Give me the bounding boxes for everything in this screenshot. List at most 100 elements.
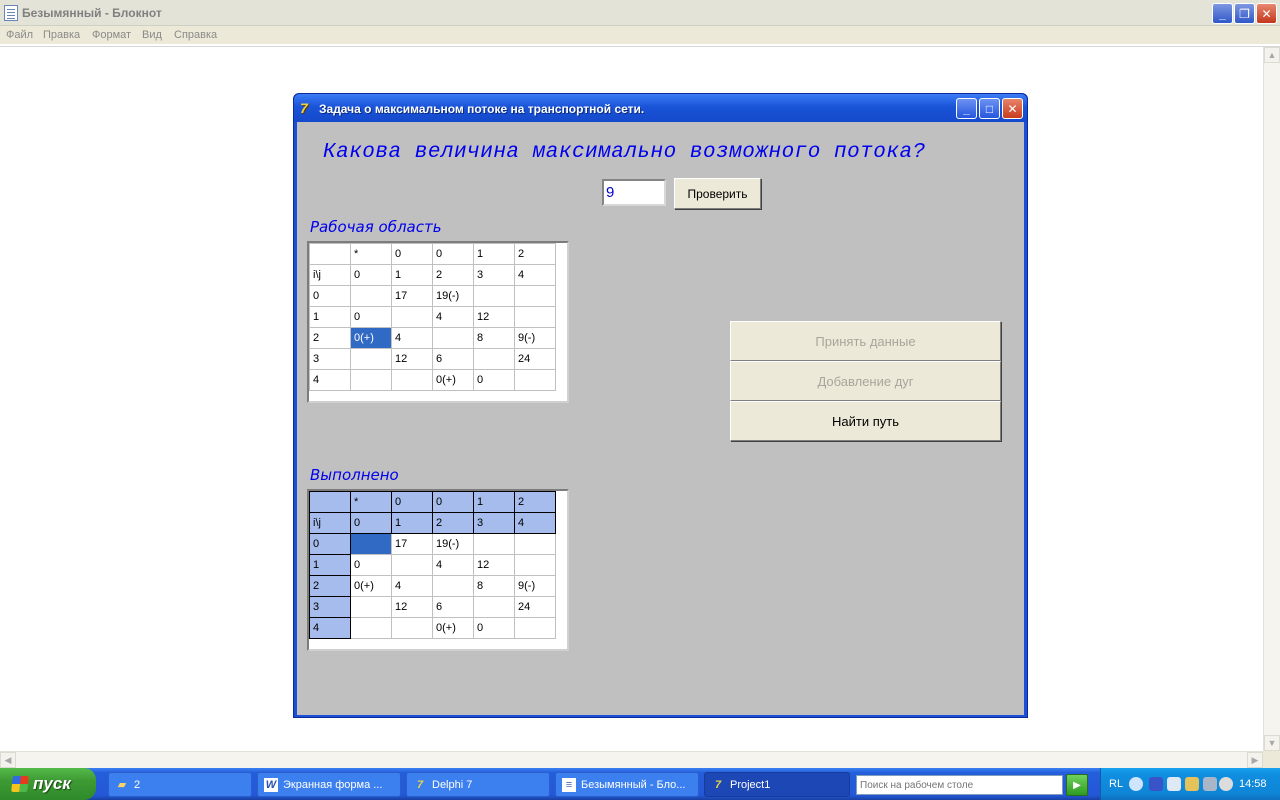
check-button[interactable]: Проверить — [674, 178, 761, 209]
dialog-maximize-button[interactable]: □ — [979, 98, 1000, 119]
grid-cell[interactable] — [391, 369, 433, 391]
grid-cell[interactable]: 8 — [473, 327, 515, 349]
notepad-restore-button[interactable]: ❐ — [1234, 3, 1255, 24]
grid-cell[interactable]: 4 — [309, 369, 351, 391]
notepad-title-bar[interactable]: Безымянный - Блокнот _ ❐ ✕ — [0, 0, 1280, 26]
grid-cell[interactable]: i\j — [309, 264, 351, 286]
grid-cell[interactable]: 12 — [473, 554, 515, 576]
grid-cell[interactable]: 3 — [309, 596, 351, 618]
scroll-right-icon[interactable]: ▶ — [1247, 752, 1263, 768]
grid-cell[interactable] — [350, 285, 392, 307]
grid-cell[interactable]: 0 — [350, 264, 392, 286]
grid-cell[interactable]: 4 — [391, 327, 433, 349]
grid-cell[interactable] — [514, 306, 556, 328]
grid-cell[interactable]: 4 — [432, 554, 474, 576]
grid-cell[interactable]: 4 — [432, 306, 474, 328]
work-grid[interactable]: * 0 0 1 2 i\j 0 1 2 3 4 0 17 19(-) 1 0 4 12 2 0(+) 4 8 9(-) 3 12… — [307, 241, 569, 403]
scroll-left-icon[interactable]: ◀ — [0, 752, 16, 768]
grid-cell[interactable]: 9(-) — [514, 575, 556, 597]
grid-cell[interactable] — [350, 617, 392, 639]
language-indicator[interactable]: RL — [1109, 778, 1123, 790]
grid-cell[interactable]: 17 — [391, 285, 433, 307]
grid-cell[interactable]: 12 — [473, 306, 515, 328]
grid-cell[interactable]: 0(+) — [432, 369, 474, 391]
grid-cell[interactable]: 1 — [473, 491, 515, 513]
notepad-horizontal-scrollbar[interactable]: ◀ ▶ — [0, 751, 1263, 768]
grid-cell[interactable]: 2 — [514, 491, 556, 513]
grid-cell[interactable]: 1 — [391, 512, 433, 534]
task-word-document[interactable]: W Экранная форма ... — [257, 772, 401, 797]
accept-data-button[interactable]: Принять данные — [730, 321, 1001, 361]
menu-view[interactable]: Вид — [142, 29, 162, 41]
work-grid-table[interactable]: * 0 0 1 2 i\j 0 1 2 3 4 0 17 19(-) 1 0 4 12 2 0(+) 4 8 9(-) 3 12… — [309, 243, 556, 391]
grid-cell[interactable]: 0(+) — [432, 617, 474, 639]
grid-cell[interactable]: 2 — [514, 243, 556, 265]
grid-cell[interactable]: 0 — [350, 554, 392, 576]
add-arcs-button[interactable]: Добавление дуг — [730, 361, 1001, 401]
dialog-close-button[interactable]: ✕ — [1002, 98, 1023, 119]
notepad-minimize-button[interactable]: _ — [1212, 3, 1233, 24]
grid-cell[interactable]: 0 — [432, 243, 474, 265]
menu-edit[interactable]: Правка — [43, 29, 80, 41]
start-button[interactable]: пуск — [0, 768, 96, 800]
grid-cell[interactable]: 19(-) — [432, 285, 474, 307]
grid-cell[interactable]: 0(+) — [350, 327, 392, 349]
grid-cell[interactable]: 1 — [309, 306, 351, 328]
grid-cell[interactable]: 2 — [309, 327, 351, 349]
tray-volume-icon[interactable] — [1185, 777, 1199, 791]
grid-cell[interactable]: * — [350, 243, 392, 265]
grid-cell[interactable] — [350, 533, 392, 555]
tray-status-icon[interactable] — [1219, 777, 1233, 791]
grid-cell[interactable]: 0 — [391, 491, 433, 513]
grid-cell[interactable] — [514, 369, 556, 391]
scroll-down-icon[interactable]: ▼ — [1264, 735, 1280, 751]
tray-app-icon[interactable] — [1149, 777, 1163, 791]
grid-cell[interactable]: i\j — [309, 512, 351, 534]
dialog-minimize-button[interactable]: _ — [956, 98, 977, 119]
grid-cell[interactable]: 1 — [473, 243, 515, 265]
grid-cell[interactable] — [391, 554, 433, 576]
menu-file[interactable]: Файл — [6, 29, 33, 41]
grid-cell[interactable]: 8 — [473, 575, 515, 597]
grid-cell[interactable]: 0 — [432, 491, 474, 513]
dialog-title-bar[interactable]: 7 Задача о максимальном потоке на трансп… — [294, 94, 1027, 122]
grid-cell[interactable]: 2 — [432, 512, 474, 534]
task-notepad[interactable]: ≡ Безымянный - Бло... — [555, 772, 699, 797]
grid-cell[interactable]: 0 — [350, 306, 392, 328]
menu-help[interactable]: Справка — [174, 29, 217, 41]
grid-cell[interactable]: 0 — [473, 617, 515, 639]
grid-cell[interactable]: 0 — [350, 512, 392, 534]
grid-cell[interactable]: 4 — [514, 512, 556, 534]
grid-cell[interactable]: 3 — [473, 264, 515, 286]
grid-cell[interactable]: 1 — [309, 554, 351, 576]
grid-cell[interactable]: 0(+) — [350, 575, 392, 597]
menu-format[interactable]: Формат — [92, 29, 131, 41]
grid-cell[interactable]: * — [350, 491, 392, 513]
grid-cell[interactable]: 24 — [514, 348, 556, 370]
grid-cell[interactable] — [350, 596, 392, 618]
grid-cell[interactable]: 2 — [432, 264, 474, 286]
search-go-icon[interactable]: ▶ — [1066, 774, 1088, 796]
done-grid[interactable]: * 0 0 1 2 i\j 0 1 2 3 4 0 17 19(-) 1 0 4 12 2 0(+) 4 8 9(-) 3 12… — [307, 489, 569, 651]
grid-cell[interactable]: 19(-) — [432, 533, 474, 555]
grid-cell[interactable] — [514, 617, 556, 639]
grid-cell[interactable]: 0 — [391, 243, 433, 265]
desktop-search-input[interactable] — [856, 775, 1063, 795]
grid-cell[interactable]: 6 — [432, 348, 474, 370]
tray-expand-icon[interactable] — [1129, 777, 1143, 791]
grid-cell[interactable]: 4 — [391, 575, 433, 597]
grid-cell[interactable]: 2 — [309, 575, 351, 597]
grid-cell[interactable] — [350, 348, 392, 370]
notepad-vertical-scrollbar[interactable]: ▲ ▼ — [1263, 47, 1280, 751]
notepad-close-button[interactable]: ✕ — [1256, 3, 1277, 24]
task-delphi[interactable]: 7 Delphi 7 — [406, 772, 550, 797]
grid-cell[interactable]: 3 — [309, 348, 351, 370]
grid-cell[interactable] — [309, 243, 351, 265]
scroll-up-icon[interactable]: ▲ — [1264, 47, 1280, 63]
grid-cell[interactable]: 3 — [473, 512, 515, 534]
grid-cell[interactable]: 9(-) — [514, 327, 556, 349]
grid-cell[interactable] — [309, 491, 351, 513]
grid-cell[interactable]: 4 — [514, 264, 556, 286]
grid-cell[interactable] — [432, 575, 474, 597]
grid-cell[interactable]: 24 — [514, 596, 556, 618]
